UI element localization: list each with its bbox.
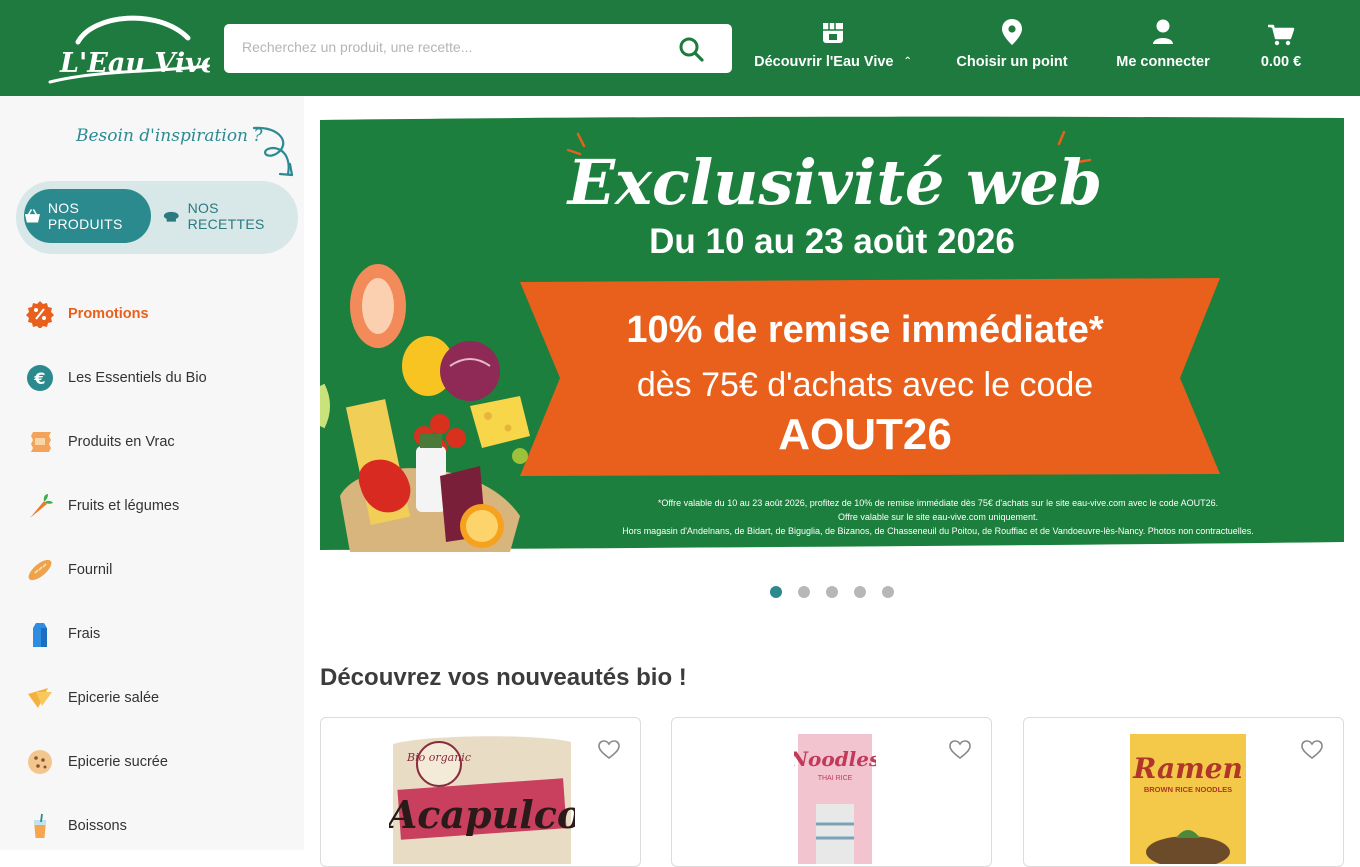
heart-icon[interactable]: [949, 740, 971, 760]
carousel-dot[interactable]: [826, 586, 838, 598]
product-name: Ramen: [1132, 752, 1243, 785]
sidebar-item-fournil[interactable]: Fournil: [26, 555, 112, 585]
chef-hat-icon: [163, 211, 179, 222]
nav-login-label: Me connecter: [1116, 54, 1210, 70]
logo-text: L'Eau Vive: [59, 48, 210, 79]
site-header: L'Eau Vive Recherchez un produit, une re…: [0, 0, 1360, 96]
inspiration-heading: Besoin d'inspiration ?: [76, 126, 263, 146]
sidebar-item-label: Epicerie salée: [68, 690, 160, 706]
product-name: Acapulco: [389, 792, 575, 837]
carousel-dot[interactable]: [798, 586, 810, 598]
bread-icon: [28, 559, 52, 581]
tab-recipes-label: NOS RECETTES: [187, 200, 265, 232]
basket-icon: [24, 209, 40, 223]
svg-text:€: €: [33, 369, 45, 388]
banner-dates: Du 10 au 23 août 2026: [649, 222, 1015, 261]
location-pin-icon: [1002, 19, 1022, 45]
product-card[interactable]: Noodles THAI RICE: [671, 717, 992, 867]
carousel-dot[interactable]: [854, 586, 866, 598]
heart-icon[interactable]: [1301, 740, 1323, 760]
nav-choose-pickup-point[interactable]: Choisir un point: [944, 18, 1080, 70]
tab-our-recipes[interactable]: NOS RECETTES: [162, 189, 292, 243]
products-recipes-toggle: NOS PRODUITS NOS RECETTES: [16, 181, 298, 254]
new-products-heading: Découvrez vos nouveautés bio !: [320, 664, 687, 691]
banner-offer-line1: 10% de remise immédiate*: [626, 309, 1104, 351]
carousel-dot[interactable]: [770, 586, 782, 598]
sidebar-item-label: Epicerie sucrée: [68, 754, 168, 770]
cart-total: 0.00 €: [1260, 54, 1302, 70]
milk-carton-icon: [33, 623, 47, 647]
sidebar-item-label: Les Essentiels du Bio: [68, 370, 207, 386]
cookie-icon: [28, 750, 52, 774]
sidebar-item-label: Produits en Vrac: [68, 434, 175, 450]
product-card[interactable]: Bio organic Acapulco: [320, 717, 641, 867]
sidebar-item-fruits-legumes[interactable]: Fruits et légumes: [26, 491, 179, 521]
product-image: Bio organic Acapulco: [389, 736, 575, 864]
sidebar: Besoin d'inspiration ? NOS PRODUITS NOS …: [0, 96, 304, 850]
euro-icon: €: [27, 365, 53, 391]
carousel-dots: [770, 586, 894, 598]
banner-offer-line2: dès 75€ d'achats avec le code: [637, 366, 1093, 404]
banner-fine-print-3: Hors magasin d'Andelnans, de Bidart, de …: [622, 526, 1254, 536]
product-subtitle: THAI RICE: [818, 775, 853, 782]
product-image: Noodles THAI RICE: [794, 734, 876, 864]
sidebar-item-frais[interactable]: Frais: [26, 619, 100, 649]
sidebar-item-label: Fournil: [68, 562, 113, 578]
banner-fine-print-1: *Offre valable du 10 au 23 août 2026, pr…: [658, 498, 1218, 508]
nav-discover-label: Découvrir l'Eau Vive: [754, 54, 894, 70]
percent-badge-icon: [26, 301, 54, 328]
carrot-icon: [30, 494, 53, 518]
store-icon: [823, 23, 843, 43]
nav-cart[interactable]: 0.00 €: [1240, 18, 1322, 74]
nav-login[interactable]: Me connecter: [1100, 18, 1226, 70]
promo-banner[interactable]: Exclusivité web Du 10 au 23 août 2026 10…: [320, 116, 1344, 552]
search-input[interactable]: Recherchez un produit, une recette...: [242, 39, 472, 55]
sidebar-item-label: Boissons: [68, 818, 127, 834]
sidebar-item-promotions[interactable]: Promotions: [26, 299, 149, 329]
tab-products-label: NOS PRODUITS: [47, 200, 123, 232]
product-image: Ramen BROWN RICE NOODLES: [1130, 734, 1246, 864]
sidebar-item-label: Promotions: [68, 306, 149, 322]
user-icon: [1153, 19, 1173, 44]
search-bar[interactable]: Recherchez un produit, une recette...: [224, 24, 732, 73]
sidebar-item-essentiels[interactable]: € Les Essentiels du Bio: [26, 363, 207, 393]
tab-our-products[interactable]: NOS PRODUITS: [24, 189, 151, 243]
product-subtitle: BROWN RICE NOODLES: [1144, 785, 1232, 794]
search-icon[interactable]: [678, 36, 704, 62]
sidebar-item-label: Fruits et légumes: [68, 498, 180, 514]
nav-point-label: Choisir un point: [956, 54, 1068, 70]
chips-icon: [28, 688, 52, 708]
product-card[interactable]: Ramen BROWN RICE NOODLES: [1023, 717, 1344, 867]
nav-discover-eau-vive[interactable]: Découvrir l'Eau Vive ⌃: [740, 18, 926, 70]
sidebar-item-boissons[interactable]: Boissons: [26, 811, 127, 841]
sidebar-item-label: Frais: [68, 626, 101, 642]
chevron-up-icon: ⌃: [903, 56, 912, 67]
banner-code: AOUT26: [778, 410, 952, 459]
banner-title: Exclusivité web: [566, 146, 1102, 219]
sidebar-item-epicerie-sucree[interactable]: Epicerie sucrée: [26, 747, 168, 777]
drink-icon: [34, 813, 46, 838]
banner-fine-print-2: Offre valable sur le site eau-vive.com u…: [838, 512, 1038, 522]
sidebar-item-vrac[interactable]: Produits en Vrac: [26, 427, 175, 457]
carousel-dot[interactable]: [882, 586, 894, 598]
product-brand: Bio organic: [406, 751, 471, 764]
heart-icon[interactable]: [598, 740, 620, 760]
cart-icon: [1268, 24, 1295, 46]
bulk-bag-icon: [29, 432, 51, 452]
site-logo[interactable]: L'Eau Vive: [48, 10, 218, 86]
curly-arrow-icon: [252, 126, 294, 177]
product-name: Noodles: [794, 747, 876, 771]
sidebar-item-epicerie-salee[interactable]: Epicerie salée: [26, 683, 159, 713]
